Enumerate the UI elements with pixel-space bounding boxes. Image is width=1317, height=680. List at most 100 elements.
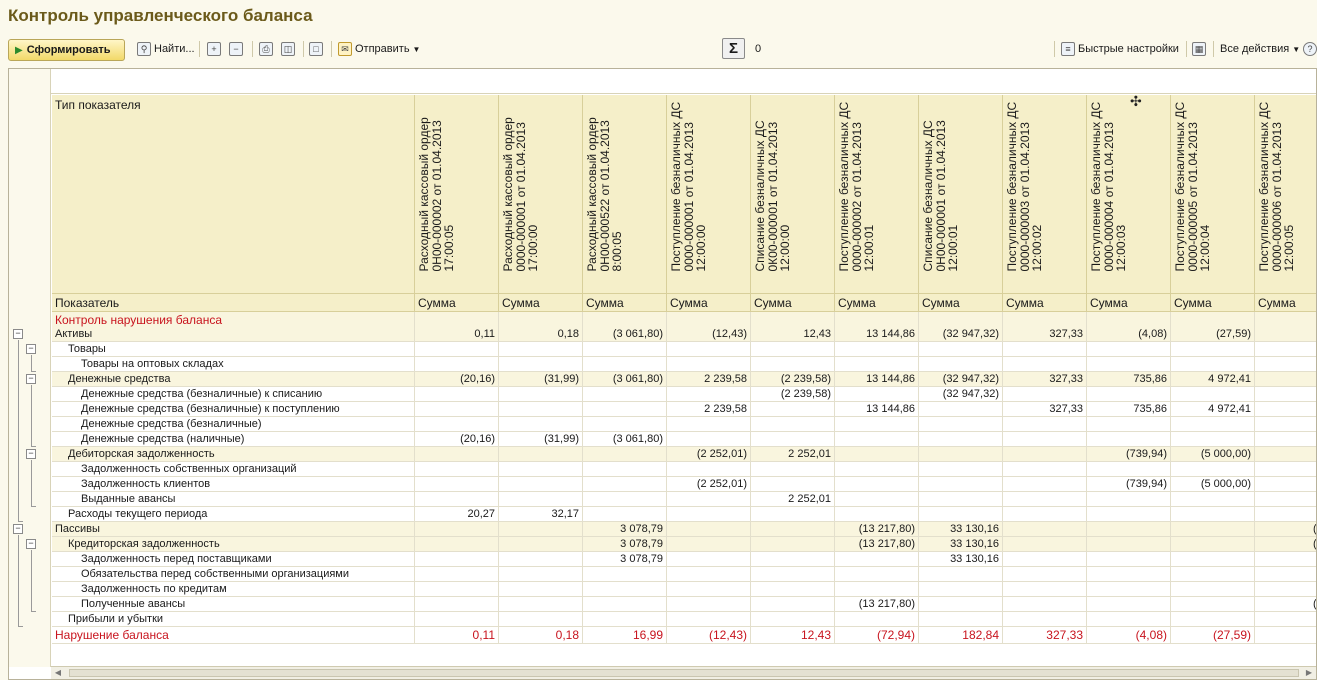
table-cell[interactable]: [919, 492, 1003, 507]
table-cell[interactable]: 33 130,16: [919, 552, 1003, 567]
table-cell[interactable]: [1171, 537, 1255, 552]
table-cell[interactable]: [583, 357, 667, 372]
table-cell[interactable]: [1087, 507, 1171, 522]
all-actions-button[interactable]: Все действия ▼: [1220, 37, 1300, 61]
table-cell[interactable]: (5 000,00): [1171, 447, 1255, 462]
table-cell[interactable]: [667, 537, 751, 552]
table-cell[interactable]: (27,59): [1171, 627, 1255, 644]
row-label[interactable]: Прибыли и убытки: [52, 612, 415, 627]
table-cell[interactable]: 13 144,86: [835, 327, 919, 342]
collapse-group-icon[interactable]: −: [13, 329, 23, 339]
table-cell[interactable]: [1087, 612, 1171, 627]
table-cell[interactable]: 3 078,79: [583, 537, 667, 552]
table-cell[interactable]: [919, 597, 1003, 612]
table-cell[interactable]: [1003, 522, 1087, 537]
table-cell[interactable]: [1255, 477, 1316, 492]
table-cell[interactable]: 0,11: [415, 327, 499, 342]
table-cell[interactable]: [415, 462, 499, 477]
table-cell[interactable]: [1255, 462, 1316, 477]
row-label[interactable]: Расходы текущего периода: [52, 507, 415, 522]
table-cell[interactable]: [751, 342, 835, 357]
table-cell[interactable]: (5 000,00): [1171, 477, 1255, 492]
table-cell[interactable]: [835, 612, 919, 627]
table-cell[interactable]: (12,43): [667, 627, 751, 644]
table-cell[interactable]: [415, 552, 499, 567]
row-label[interactable]: Задолженность клиентов: [52, 477, 415, 492]
row-label[interactable]: Активы: [52, 327, 415, 342]
row-label[interactable]: Задолженность по кредитам: [52, 582, 415, 597]
table-cell[interactable]: 0,11: [415, 627, 499, 644]
table-cell[interactable]: [415, 477, 499, 492]
table-cell[interactable]: [415, 357, 499, 372]
table-cell[interactable]: [751, 507, 835, 522]
table-cell[interactable]: [583, 417, 667, 432]
table-cell[interactable]: (2 252,01): [667, 477, 751, 492]
table-cell[interactable]: [499, 387, 583, 402]
table-cell[interactable]: [1255, 447, 1316, 462]
table-cell[interactable]: [751, 402, 835, 417]
table-cell[interactable]: (20,16): [415, 372, 499, 387]
table-cell[interactable]: [499, 462, 583, 477]
table-cell[interactable]: [751, 597, 835, 612]
collapse-group-icon[interactable]: −: [26, 344, 36, 354]
row-label[interactable]: Дебиторская задолженность: [52, 447, 415, 462]
table-cell[interactable]: 12,43: [751, 627, 835, 644]
table-cell[interactable]: [1087, 552, 1171, 567]
table-cell[interactable]: (4,08): [1087, 327, 1171, 342]
expand-all-button[interactable]: +: [207, 37, 224, 61]
table-cell[interactable]: [1171, 597, 1255, 612]
table-cell[interactable]: [919, 357, 1003, 372]
table-cell[interactable]: [1003, 507, 1087, 522]
table-cell[interactable]: [1171, 582, 1255, 597]
table-cell[interactable]: [1171, 552, 1255, 567]
table-cell[interactable]: (3 061,80): [583, 432, 667, 447]
row-label[interactable]: Задолженность собственных организаций: [52, 462, 415, 477]
table-cell[interactable]: [1087, 357, 1171, 372]
table-cell[interactable]: (2 252,01): [667, 447, 751, 462]
table-cell[interactable]: [583, 507, 667, 522]
table-cell[interactable]: [415, 522, 499, 537]
row-label[interactable]: Выданные авансы: [52, 492, 415, 507]
preview-button[interactable]: ◫: [281, 37, 298, 61]
table-cell[interactable]: [499, 522, 583, 537]
table-cell[interactable]: [583, 402, 667, 417]
table-cell[interactable]: [1003, 552, 1087, 567]
table-cell[interactable]: [835, 582, 919, 597]
table-cell[interactable]: [919, 402, 1003, 417]
table-cell[interactable]: [835, 492, 919, 507]
table-cell[interactable]: [1171, 567, 1255, 582]
table-cell[interactable]: 33: [1255, 372, 1316, 387]
table-cell[interactable]: 735,86: [1087, 402, 1171, 417]
table-cell[interactable]: [1255, 342, 1316, 357]
table-cell[interactable]: 33 130,16: [919, 537, 1003, 552]
table-cell[interactable]: [1171, 357, 1255, 372]
table-cell[interactable]: 3 078,79: [583, 552, 667, 567]
collapse-all-button[interactable]: −: [229, 37, 246, 61]
table-cell[interactable]: [667, 387, 751, 402]
table-cell[interactable]: [499, 612, 583, 627]
table-cell[interactable]: [1003, 387, 1087, 402]
table-cell[interactable]: [835, 507, 919, 522]
table-cell[interactable]: [415, 567, 499, 582]
table-cell[interactable]: [919, 417, 1003, 432]
generate-button[interactable]: ▶ Сформировать: [8, 39, 125, 61]
table-cell[interactable]: [667, 462, 751, 477]
table-cell[interactable]: 327,33: [1003, 372, 1087, 387]
table-cell[interactable]: [499, 342, 583, 357]
table-cell[interactable]: [1003, 357, 1087, 372]
table-cell[interactable]: [667, 357, 751, 372]
table-cell[interactable]: [751, 477, 835, 492]
collapse-group-icon[interactable]: −: [26, 374, 36, 384]
table-cell[interactable]: [1255, 567, 1316, 582]
table-cell[interactable]: [1171, 507, 1255, 522]
table-cell[interactable]: [1003, 612, 1087, 627]
collapse-group-icon[interactable]: −: [26, 539, 36, 549]
row-label[interactable]: Денежные средства (безналичные) к списан…: [52, 387, 415, 402]
table-cell[interactable]: (13 217,80): [835, 597, 919, 612]
table-cell[interactable]: [667, 507, 751, 522]
table-cell[interactable]: 16,99: [583, 627, 667, 644]
table-cell[interactable]: [919, 432, 1003, 447]
table-cell[interactable]: [415, 492, 499, 507]
table-cell[interactable]: [1171, 462, 1255, 477]
table-cell[interactable]: [835, 447, 919, 462]
